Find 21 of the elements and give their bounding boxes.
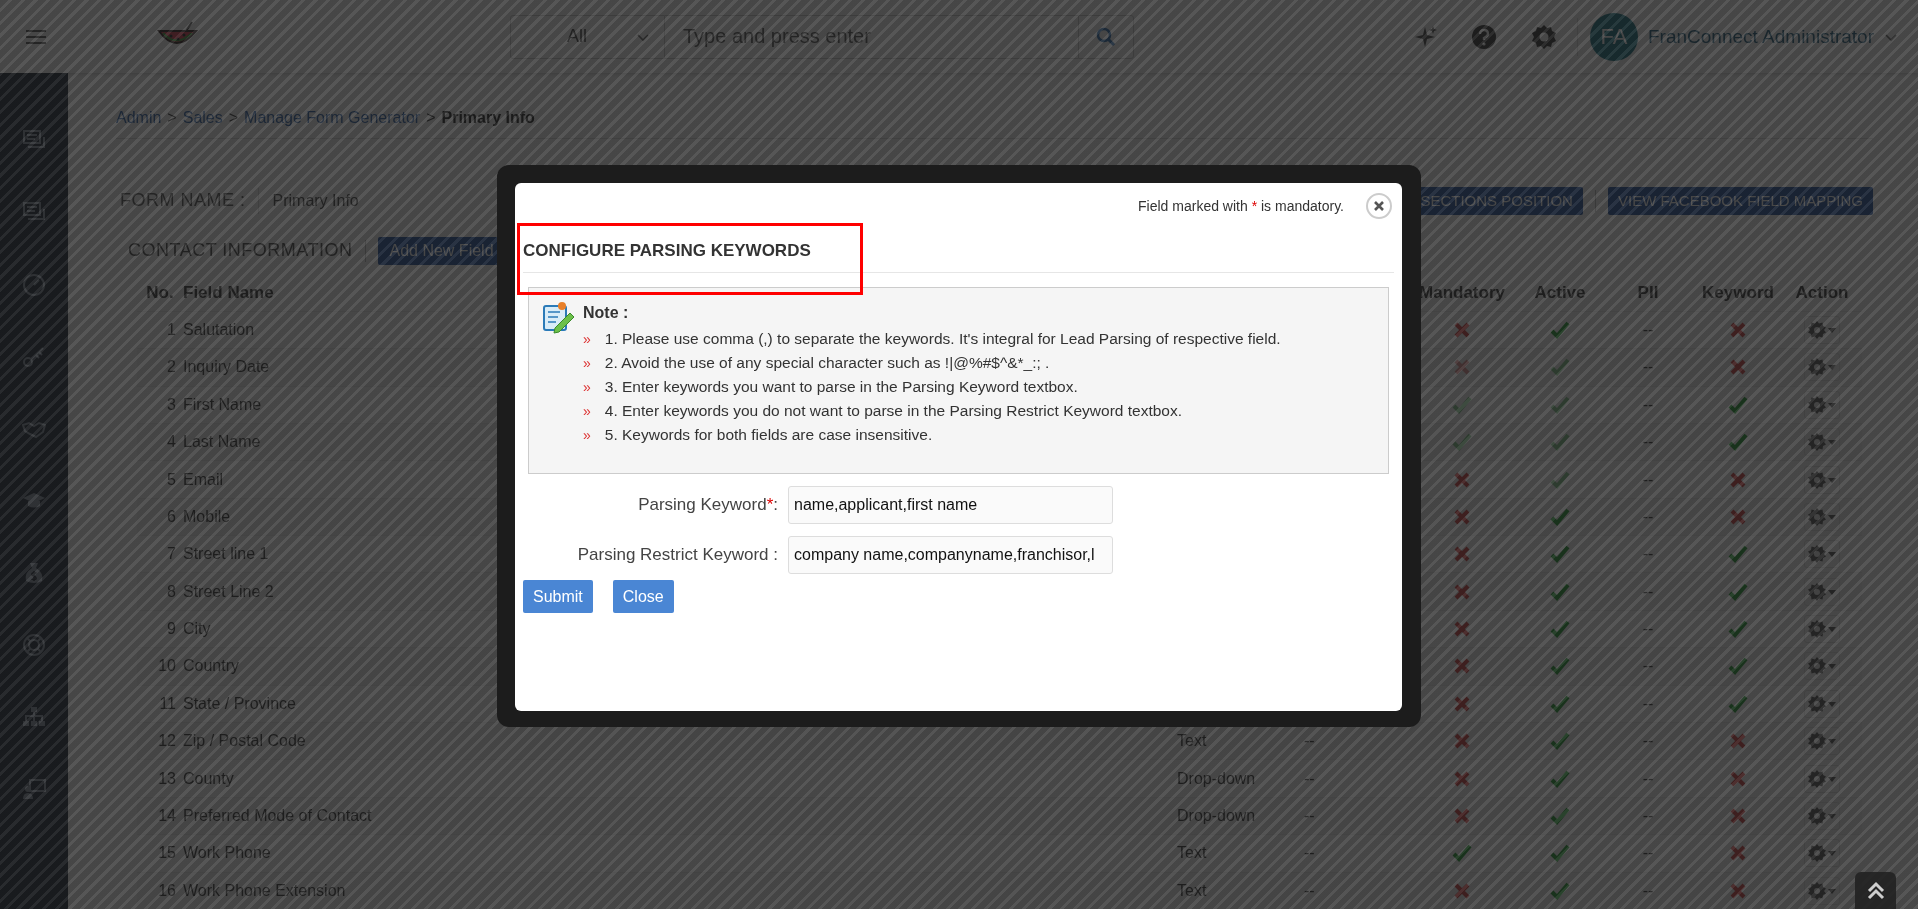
- bullet-mark: »: [583, 354, 591, 371]
- breadcrumb-separator: >: [167, 109, 177, 127]
- breadcrumb-separator: >: [426, 109, 436, 127]
- note-text: 5. Keywords for both fields are case insensitive.: [604, 425, 933, 444]
- text-field[interactable]: company name,companyname,franchisor,l: [788, 536, 1113, 574]
- mandatory-note: Field marked with * is mandatory.: [1138, 198, 1344, 214]
- bullet-mark: »: [583, 402, 591, 419]
- close-dialog-button[interactable]: Close: [612, 580, 674, 613]
- scroll-top-button[interactable]: [1855, 872, 1896, 909]
- close-button[interactable]: [1366, 193, 1392, 219]
- text-field[interactable]: name,applicant,first name: [788, 486, 1113, 524]
- bullet-mark: »: [583, 426, 591, 443]
- close-icon: [1373, 200, 1385, 212]
- breadcrumb-separator: >: [228, 109, 239, 127]
- submit-button[interactable]: Submit: [523, 580, 593, 613]
- clipboard-pencil-icon: [541, 300, 577, 336]
- field-label: Parsing Keyword*:: [637, 495, 779, 515]
- field-label: Parsing Restrict Keyword :: [576, 545, 779, 565]
- dialog-title: CONFIGURE PARSING KEYWORDS: [523, 240, 811, 261]
- bullet-mark: »: [583, 330, 591, 347]
- note-text: 2. Avoid the use of any special character such as !|@%#$^&*_:; .: [604, 353, 1050, 372]
